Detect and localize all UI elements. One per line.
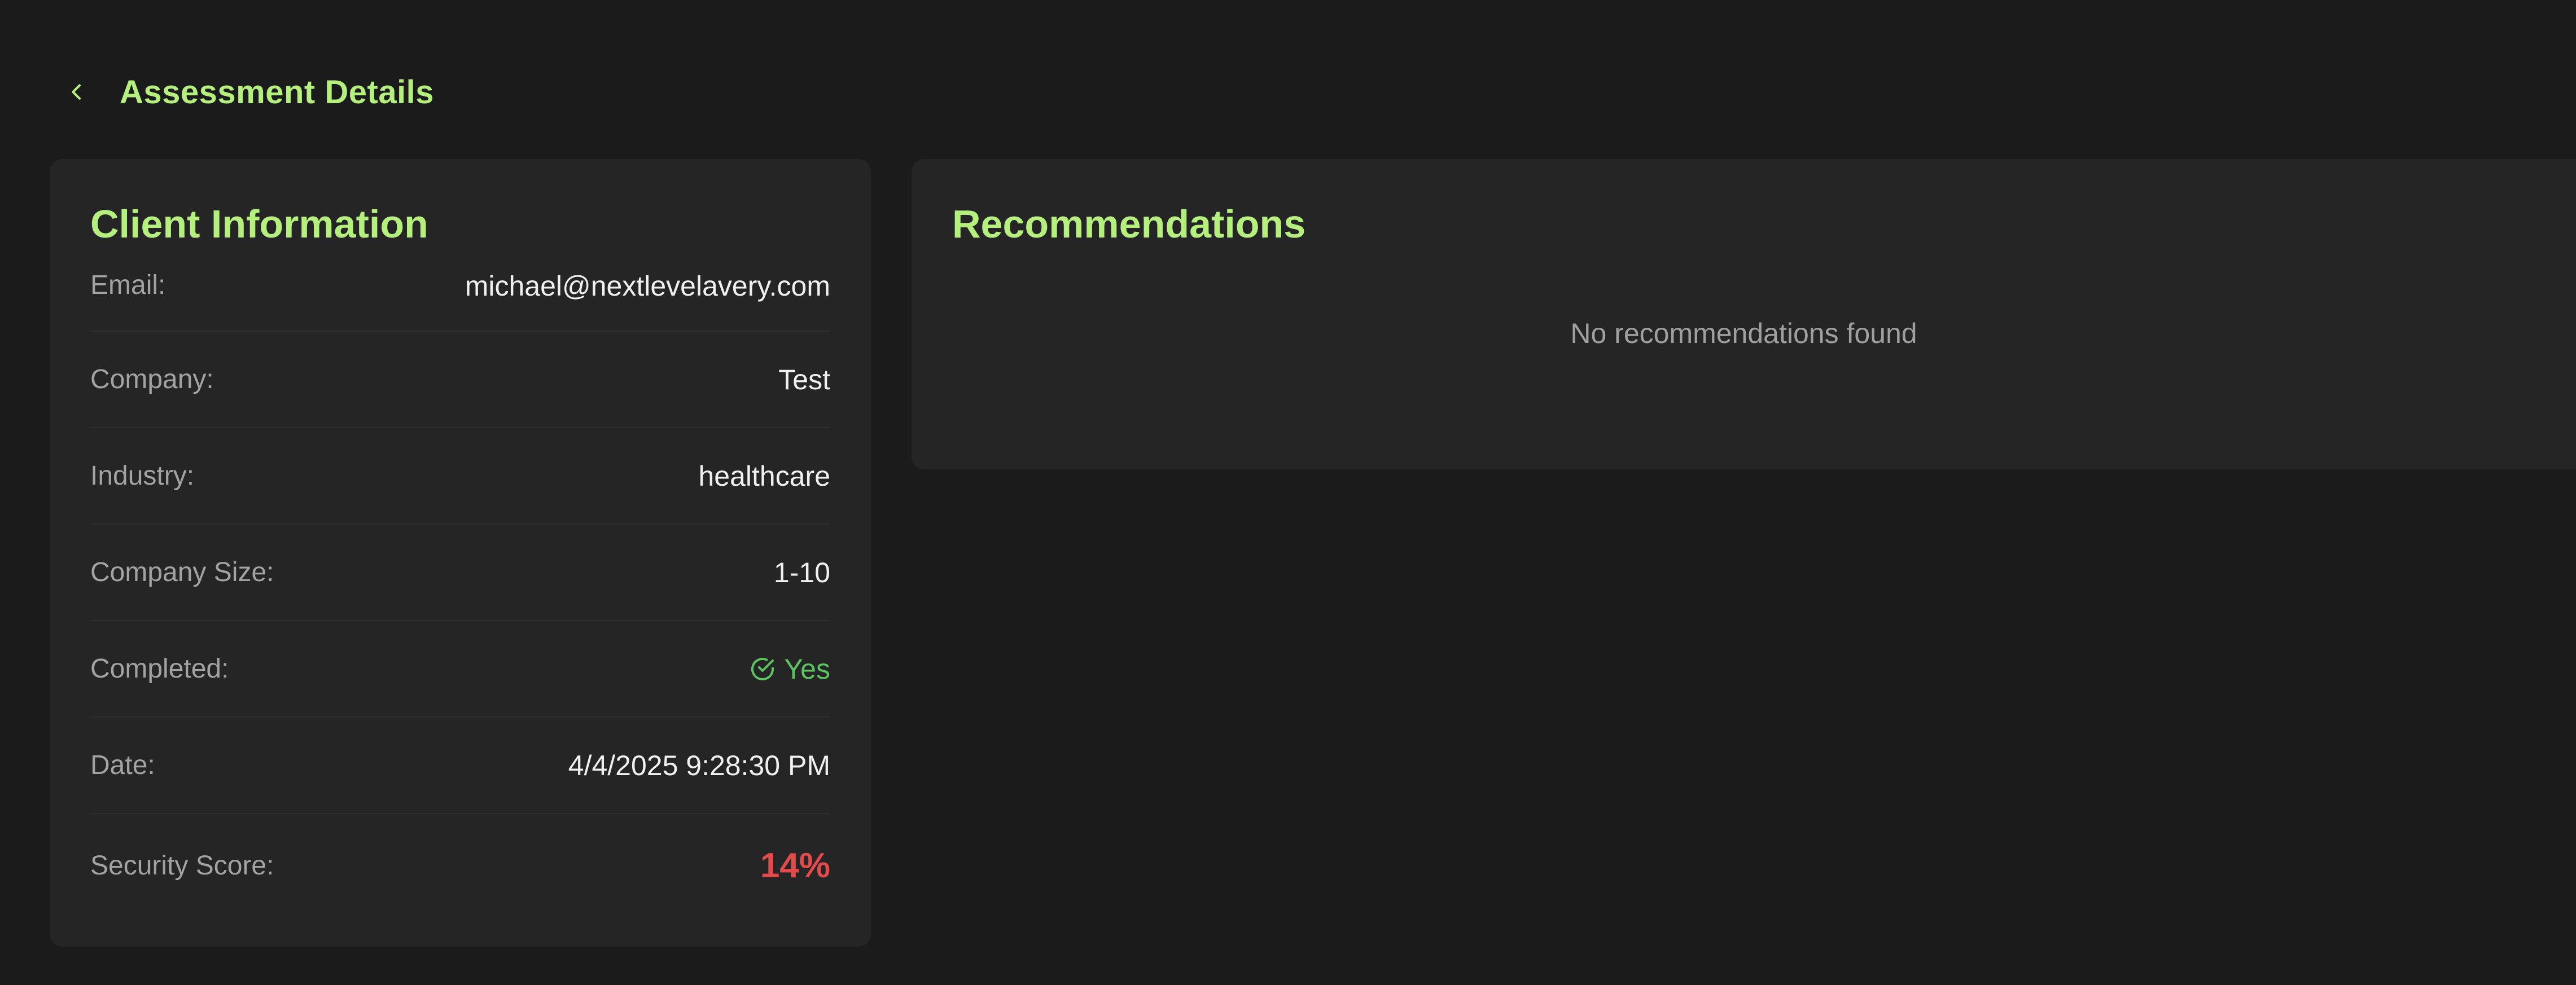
client-information-card: Client Information Email: michael@nextle…	[50, 159, 871, 947]
client-info-list: Email: michael@nextlevelavery.com Compan…	[90, 265, 830, 917]
info-row-date: Date: 4/4/2025 9:28:30 PM	[90, 718, 830, 814]
info-row-security-score: Security Score: 14%	[90, 814, 830, 917]
recommendations-card: Recommendations No recommendations found	[912, 159, 2576, 469]
company-size-value: 1-10	[773, 556, 830, 588]
company-label: Company:	[90, 364, 214, 394]
assessment-details-page: Assessment Details Client Information Em…	[0, 0, 2576, 985]
check-circle-icon	[749, 656, 776, 683]
date-label: Date:	[90, 750, 155, 780]
recommendations-empty-message: No recommendations found	[1570, 318, 1917, 349]
client-information-title: Client Information	[90, 202, 428, 246]
info-row-company: Company: Test	[90, 332, 830, 428]
email-label: Email:	[90, 270, 166, 300]
completed-label: Completed:	[90, 654, 229, 684]
email-value: michael@nextlevelavery.com	[465, 270, 830, 302]
completed-value: Yes	[784, 653, 830, 685]
completed-status: Yes	[749, 653, 830, 685]
info-row-industry: Industry: healthcare	[90, 428, 830, 525]
security-score-value: 14%	[760, 846, 830, 885]
page-title: Assessment Details	[120, 73, 435, 111]
date-value: 4/4/2025 9:28:30 PM	[568, 749, 830, 781]
security-score-label: Security Score:	[90, 850, 274, 881]
company-size-label: Company Size:	[90, 557, 274, 587]
back-button[interactable]	[60, 75, 94, 109]
company-value: Test	[778, 363, 830, 395]
info-row-company-size: Company Size: 1-10	[90, 525, 830, 621]
info-row-completed: Completed: Yes	[90, 621, 830, 718]
industry-value: healthcare	[698, 460, 831, 492]
chevron-left-icon	[72, 84, 81, 100]
industry-label: Industry:	[90, 461, 195, 491]
info-row-email: Email: michael@nextlevelavery.com	[90, 265, 830, 332]
recommendations-title: Recommendations	[952, 202, 1306, 246]
page-header: Assessment Details	[60, 67, 434, 117]
